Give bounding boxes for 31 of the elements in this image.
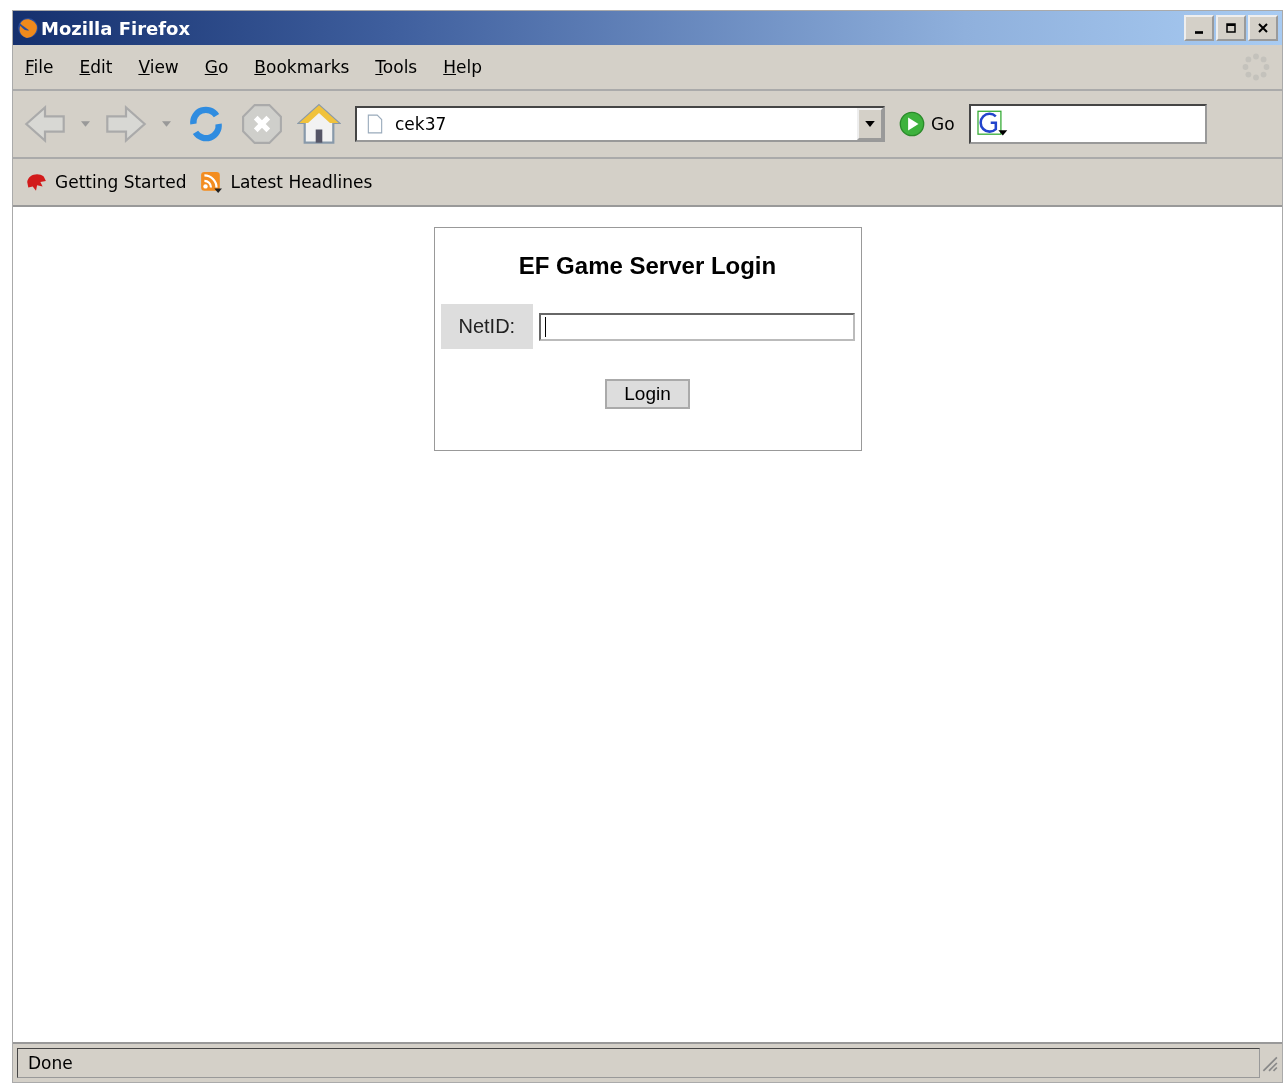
menu-item[interactable]: Bookmarks [254, 57, 350, 77]
menu-item[interactable]: Help [443, 57, 482, 77]
feed-icon [200, 171, 223, 193]
status-text: Done [17, 1048, 1260, 1078]
field-label: NetID: [440, 304, 534, 349]
menu-item[interactable]: Go [204, 57, 229, 77]
caret-icon [865, 121, 875, 127]
bookmark-link[interactable]: Latest Headlines [200, 171, 373, 193]
netid-input-field[interactable] [539, 312, 855, 341]
close-icon [1258, 23, 1268, 33]
login-button[interactable]: Login [605, 379, 690, 409]
window-title: Mozilla Firefox [41, 17, 192, 39]
menu-item[interactable]: View [138, 57, 179, 77]
login-heading: EF Game Server Login [518, 252, 777, 280]
bookmark-link[interactable]: Getting Started [25, 171, 187, 193]
resize-grip-icon[interactable] [1260, 1054, 1278, 1072]
home-icon[interactable] [297, 102, 341, 146]
close-button[interactable] [1248, 15, 1278, 41]
minimize-icon [1195, 30, 1203, 34]
minimize-button[interactable] [1184, 15, 1214, 41]
menu-item[interactable]: File [25, 57, 54, 77]
maximize-button[interactable] [1216, 15, 1246, 41]
search-engine-icon[interactable] [974, 110, 1009, 138]
go-button[interactable]: Go [931, 114, 955, 134]
menu-item[interactable]: Tools [375, 57, 418, 77]
page-icon [367, 114, 383, 134]
menu-item[interactable]: Edit [79, 57, 113, 77]
maximize-icon [1226, 23, 1236, 33]
address-field[interactable]: cek37 [355, 106, 885, 142]
search-field[interactable] [968, 104, 1207, 144]
dropdown-button[interactable] [857, 108, 883, 140]
